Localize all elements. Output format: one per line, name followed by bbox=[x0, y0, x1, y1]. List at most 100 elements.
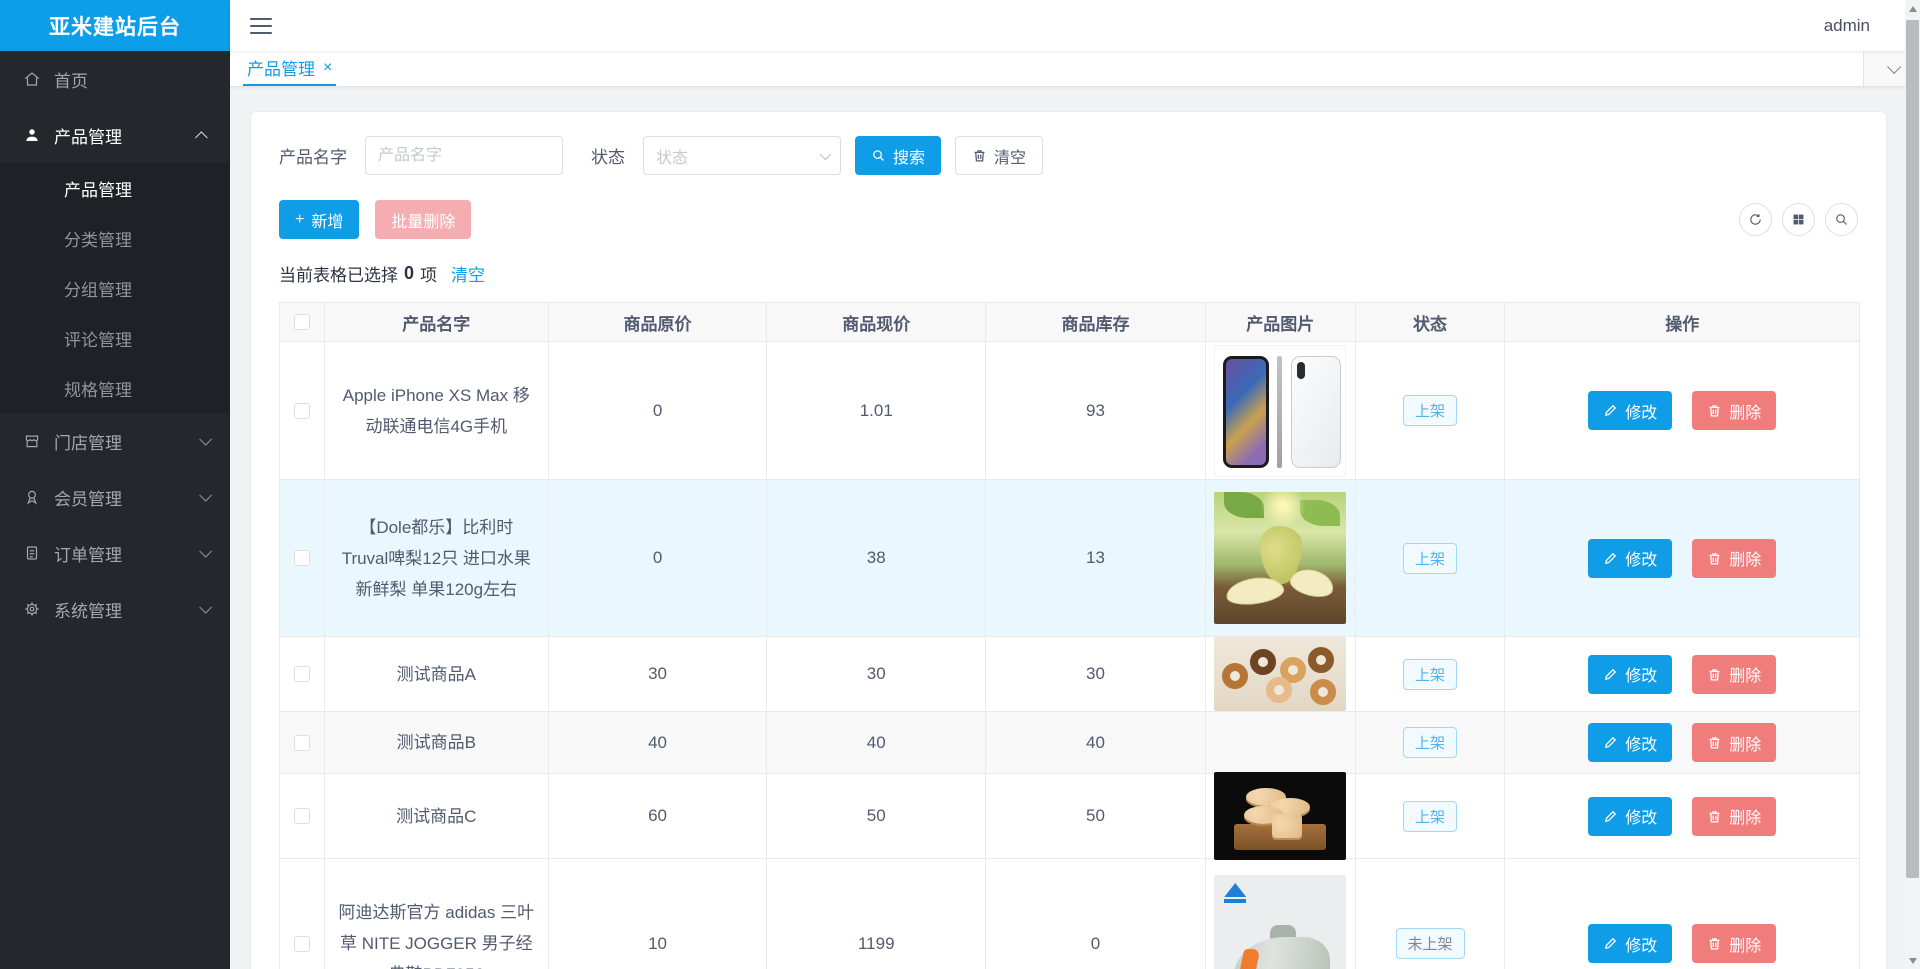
row-checkbox[interactable] bbox=[293, 808, 310, 824]
scrollbar-thumb[interactable] bbox=[1906, 20, 1919, 878]
plus-icon: + bbox=[295, 210, 305, 228]
current-price: 50 bbox=[767, 774, 987, 858]
sidebar-item-home[interactable]: 首页 bbox=[0, 51, 230, 107]
product-name: 阿迪达斯官方 adidas 三叶草 NITE JOGGER 男子经典鞋BD795… bbox=[325, 859, 549, 969]
gear-icon bbox=[22, 599, 42, 619]
product-name-input[interactable] bbox=[365, 136, 563, 175]
product-name: 测试商品C bbox=[325, 774, 549, 858]
main-column: admin 产品管理 × 产品名字 状态 状态 bbox=[230, 0, 1920, 969]
topbar: admin bbox=[230, 0, 1920, 51]
grid-icon bbox=[1793, 214, 1804, 225]
refresh-button[interactable] bbox=[1739, 203, 1772, 236]
sidebar-item-label: 首页 bbox=[54, 71, 88, 91]
app-logo: 亚米建站后台 bbox=[0, 0, 230, 51]
trash-icon bbox=[1709, 938, 1720, 950]
delete-button[interactable]: 删除 bbox=[1692, 538, 1777, 578]
status-badge: 上架 bbox=[1403, 395, 1458, 426]
delete-button[interactable]: 删除 bbox=[1692, 796, 1777, 836]
trash-icon bbox=[1709, 552, 1720, 564]
col-header: 商品现价 bbox=[767, 303, 987, 341]
scroll-down-arrow[interactable] bbox=[1905, 952, 1920, 969]
scroll-up-arrow[interactable] bbox=[1905, 0, 1920, 17]
original-price: 60 bbox=[549, 774, 768, 858]
stock: 30 bbox=[986, 637, 1206, 711]
status-label: 状态 bbox=[591, 148, 625, 167]
search-icon bbox=[1836, 214, 1847, 225]
sidebar-item-member-management[interactable]: 会员管理 bbox=[0, 469, 230, 525]
edit-button[interactable]: 修改 bbox=[1588, 723, 1673, 762]
product-name: Apple iPhone XS Max 移动联通电信4G手机 bbox=[325, 342, 549, 479]
table-search-button[interactable] bbox=[1825, 203, 1858, 236]
edit-button[interactable]: 修改 bbox=[1588, 924, 1673, 963]
original-price: 10 bbox=[549, 859, 768, 969]
clear-filters-button[interactable]: 清空 bbox=[955, 136, 1044, 175]
page-scrollbar[interactable] bbox=[1905, 0, 1920, 969]
product-image-donuts bbox=[1214, 637, 1347, 711]
sidebar-item-product-management[interactable]: 产品管理 bbox=[0, 107, 230, 163]
chevron-up-icon bbox=[195, 130, 208, 144]
col-header: 产品名字 bbox=[325, 303, 549, 341]
pencil-icon bbox=[1605, 668, 1617, 680]
columns-grid-button[interactable] bbox=[1782, 203, 1815, 236]
refresh-icon bbox=[1750, 214, 1761, 225]
product-image-cookies bbox=[1214, 772, 1347, 860]
edit-button[interactable]: 修改 bbox=[1588, 654, 1673, 694]
pencil-icon bbox=[1605, 736, 1617, 749]
stock: 93 bbox=[986, 342, 1206, 479]
status-badge: 上架 bbox=[1403, 800, 1458, 832]
add-button[interactable]: + 新增 bbox=[279, 200, 360, 239]
product-image-pear bbox=[1214, 492, 1347, 624]
table-row: 测试商品C 60 50 50 上架 修改 删除 bbox=[280, 772, 1859, 860]
delete-button[interactable]: 删除 bbox=[1692, 391, 1777, 430]
sidebar-item-store-management[interactable]: 门店管理 bbox=[0, 413, 230, 469]
col-header: 商品库存 bbox=[986, 303, 1206, 341]
tab-product-management[interactable]: 产品管理 × bbox=[243, 51, 337, 86]
col-header: 状态 bbox=[1356, 303, 1506, 341]
stock: 40 bbox=[986, 712, 1206, 773]
edit-button[interactable]: 修改 bbox=[1588, 796, 1673, 836]
delete-button[interactable]: 删除 bbox=[1692, 924, 1777, 963]
product-name: 测试商品B bbox=[325, 712, 549, 773]
row-checkbox[interactable] bbox=[293, 666, 310, 682]
product-image-iphone bbox=[1214, 344, 1347, 477]
select-all-checkbox[interactable] bbox=[293, 314, 310, 330]
page-content: 产品名字 状态 状态 搜索 清空 bbox=[230, 87, 1920, 969]
pencil-icon bbox=[1605, 937, 1617, 950]
sidebar-item-grouping-management[interactable]: 分组管理 bbox=[0, 263, 230, 313]
close-icon[interactable]: × bbox=[323, 59, 332, 77]
sidebar-item-system-management[interactable]: 系统管理 bbox=[0, 581, 230, 637]
col-header: 产品图片 bbox=[1206, 303, 1356, 341]
status-select[interactable]: 状态 bbox=[643, 136, 841, 175]
hamburger-menu-icon[interactable] bbox=[250, 17, 272, 34]
pencil-icon bbox=[1605, 404, 1617, 417]
row-checkbox[interactable] bbox=[293, 935, 310, 952]
clear-selection-link[interactable]: 清空 bbox=[451, 261, 485, 286]
batch-delete-button[interactable]: 批量删除 bbox=[375, 200, 472, 239]
table-row: 【Dole都乐】比利时Truval啤梨12只 进口水果新鲜梨 单果120g左右 … bbox=[280, 480, 1859, 637]
delete-button[interactable]: 删除 bbox=[1692, 723, 1777, 762]
sidebar-item-spec-management[interactable]: 规格管理 bbox=[0, 363, 230, 413]
search-button[interactable]: 搜索 bbox=[855, 136, 942, 175]
chevron-down-icon bbox=[819, 148, 832, 160]
row-checkbox[interactable] bbox=[293, 550, 310, 566]
user-menu[interactable]: admin bbox=[1824, 16, 1870, 36]
table-row: 测试商品A 30 30 30 上架 修改 删除 bbox=[280, 637, 1859, 712]
delete-button[interactable]: 删除 bbox=[1692, 654, 1777, 694]
sidebar-item-order-management[interactable]: 订单管理 bbox=[0, 525, 230, 581]
trash-icon bbox=[1709, 405, 1720, 417]
row-checkbox[interactable] bbox=[293, 734, 310, 751]
member-badge-icon bbox=[22, 487, 42, 507]
sidebar-item-product-list[interactable]: 产品管理 bbox=[0, 163, 230, 213]
selection-info: 当前表格已选择 0 项 清空 bbox=[279, 261, 486, 286]
sidebar-item-category-management[interactable]: 分类管理 bbox=[0, 213, 230, 263]
selected-count: 0 bbox=[404, 263, 415, 283]
original-price: 30 bbox=[549, 637, 768, 711]
col-header: 操作 bbox=[1665, 314, 1700, 334]
edit-button[interactable]: 修改 bbox=[1588, 538, 1673, 578]
product-card: 产品名字 状态 状态 搜索 清空 bbox=[250, 111, 1887, 969]
edit-button[interactable]: 修改 bbox=[1588, 391, 1673, 430]
sidebar-item-comment-management[interactable]: 评论管理 bbox=[0, 313, 230, 363]
tab-bar: 产品管理 × bbox=[230, 51, 1920, 87]
current-price: 30 bbox=[767, 637, 987, 711]
row-checkbox[interactable] bbox=[293, 402, 310, 419]
